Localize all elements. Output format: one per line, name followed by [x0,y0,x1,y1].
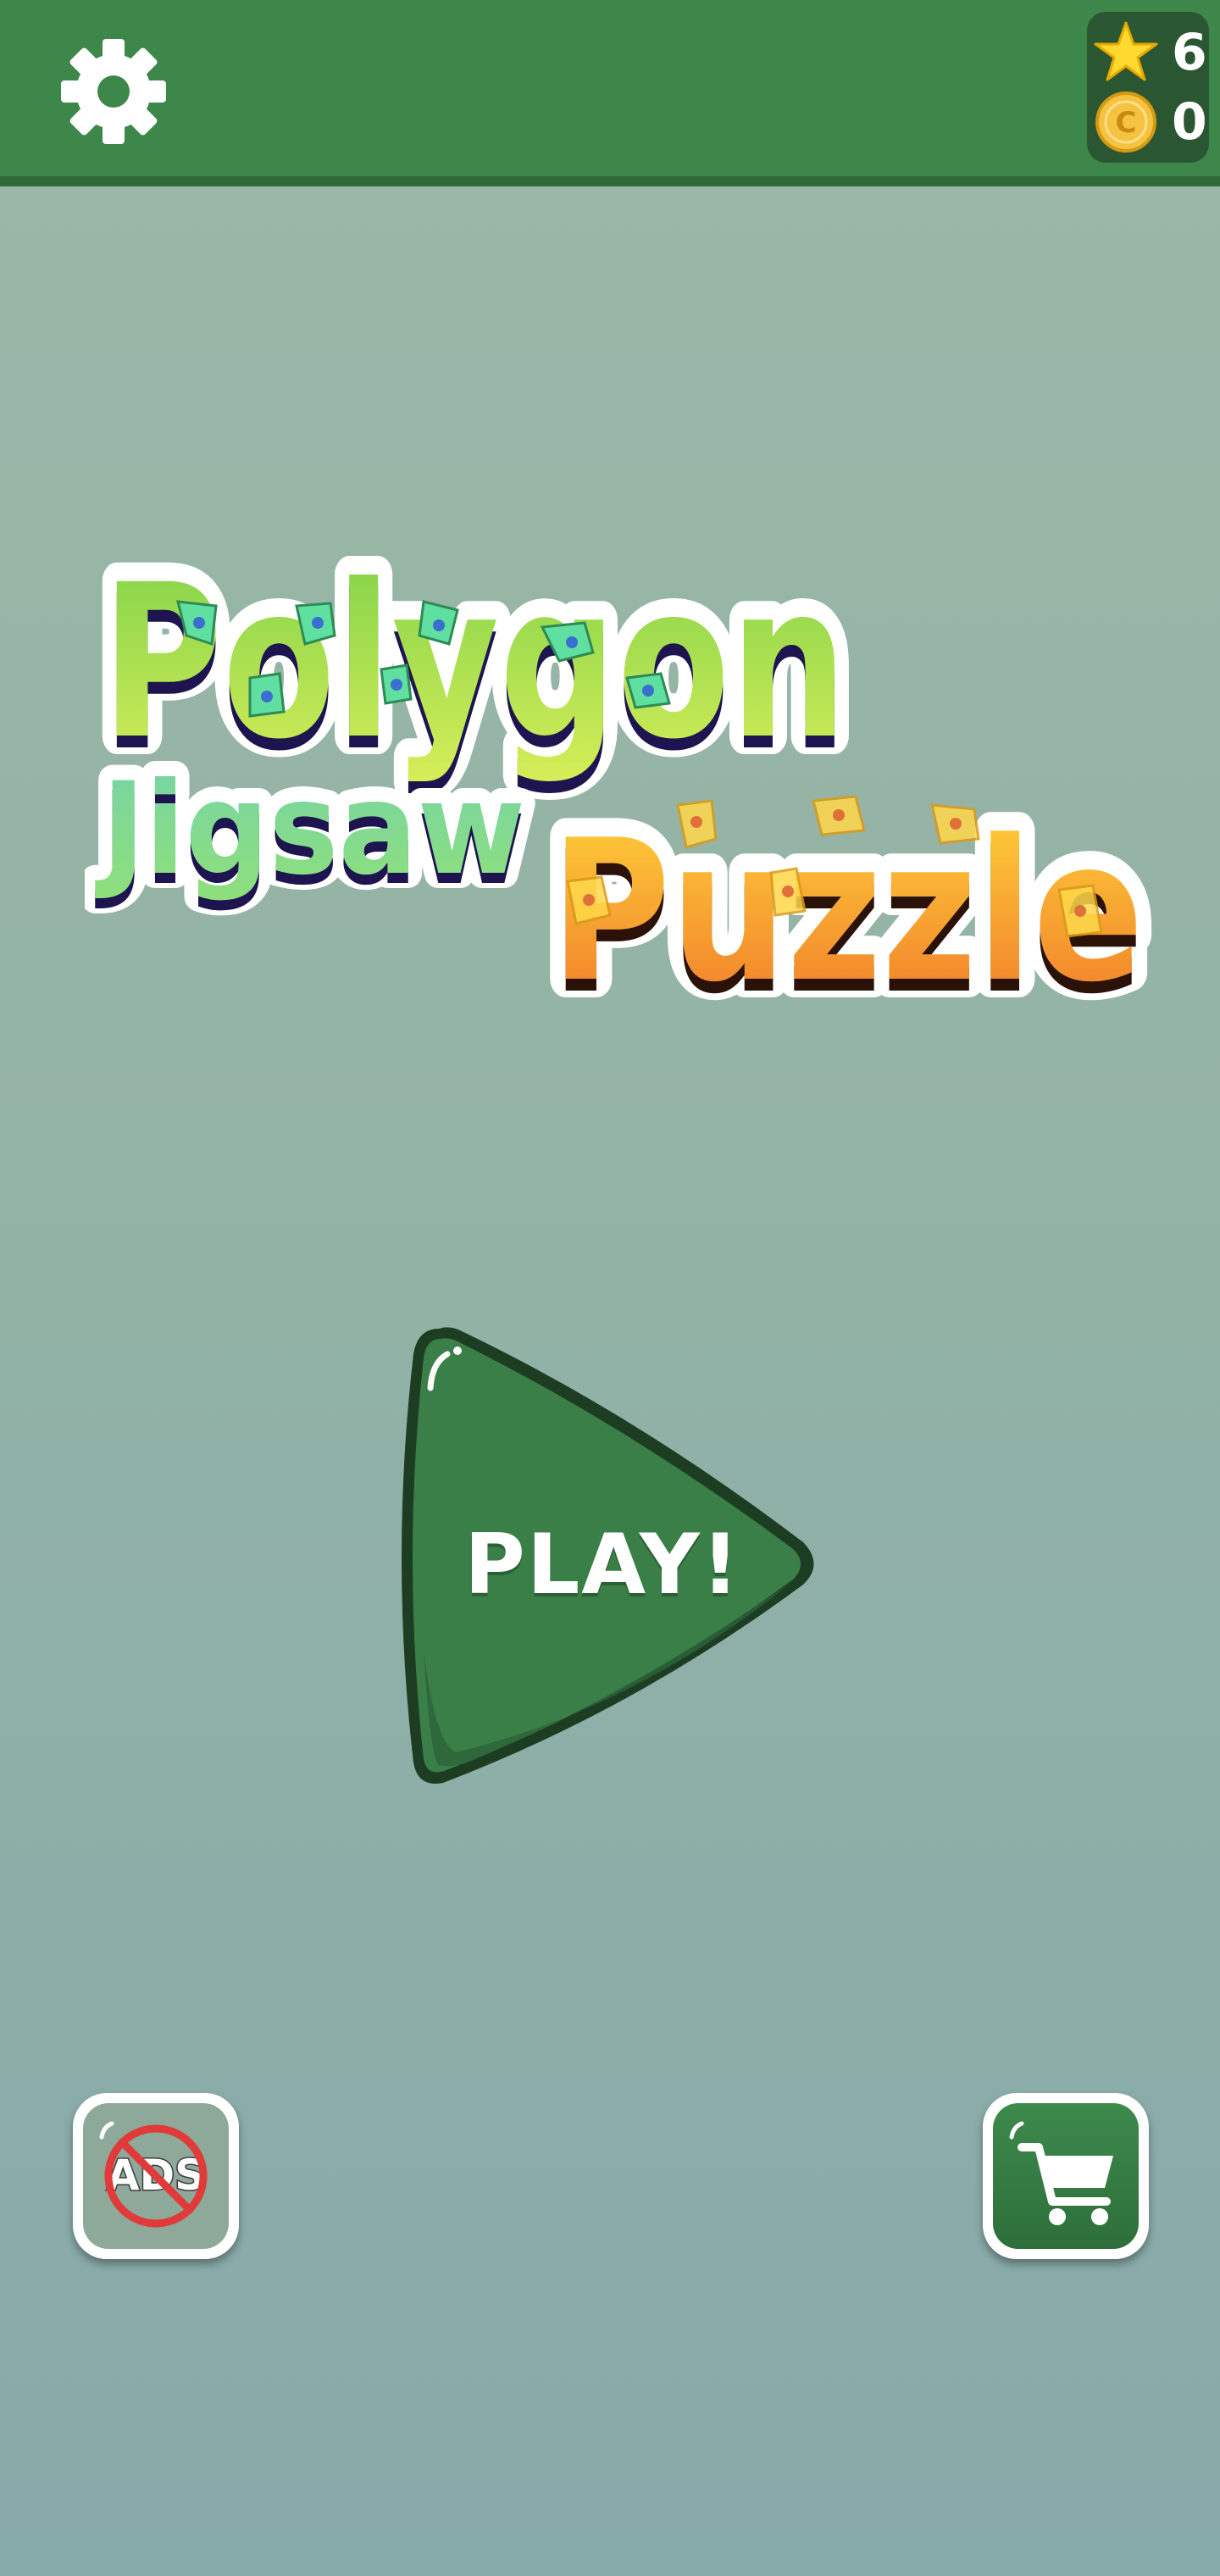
currency-panel: 6 C 0 [1087,12,1209,163]
svg-text:Polygon: Polygon [102,539,847,786]
no-ads-icon: ADS [99,2121,208,2228]
coins-counter: C 0 [1094,86,1207,154]
logo-line-puzzle: Puzzle Puzzle Puzzle [532,780,1162,1017]
svg-text:Jigsaw: Jigsaw [95,756,525,903]
coins-value: 0 [1172,92,1207,152]
game-logo: Polygon Polygon Polygon Jigsaw Jigsaw Ji… [85,520,1162,1017]
shop-button[interactable] [983,2093,1149,2259]
stars-value: 6 [1172,23,1207,82]
stars-counter: 6 [1094,17,1207,85]
coin-icon: C [1095,92,1156,153]
remove-ads-button[interactable]: ADS [73,2093,239,2259]
gear-icon [61,39,166,144]
star-icon [1094,21,1158,81]
shopping-cart-icon [1009,2121,1113,2225]
play-button[interactable]: PLAY! [380,1312,837,1805]
logo-line-jigsaw: Jigsaw Jigsaw Jigsaw [85,741,541,919]
play-triangle-icon [402,1327,814,1784]
settings-button[interactable] [54,32,173,151]
svg-text:C: C [1116,106,1137,140]
top-bar: 6 C 0 [0,0,1220,186]
